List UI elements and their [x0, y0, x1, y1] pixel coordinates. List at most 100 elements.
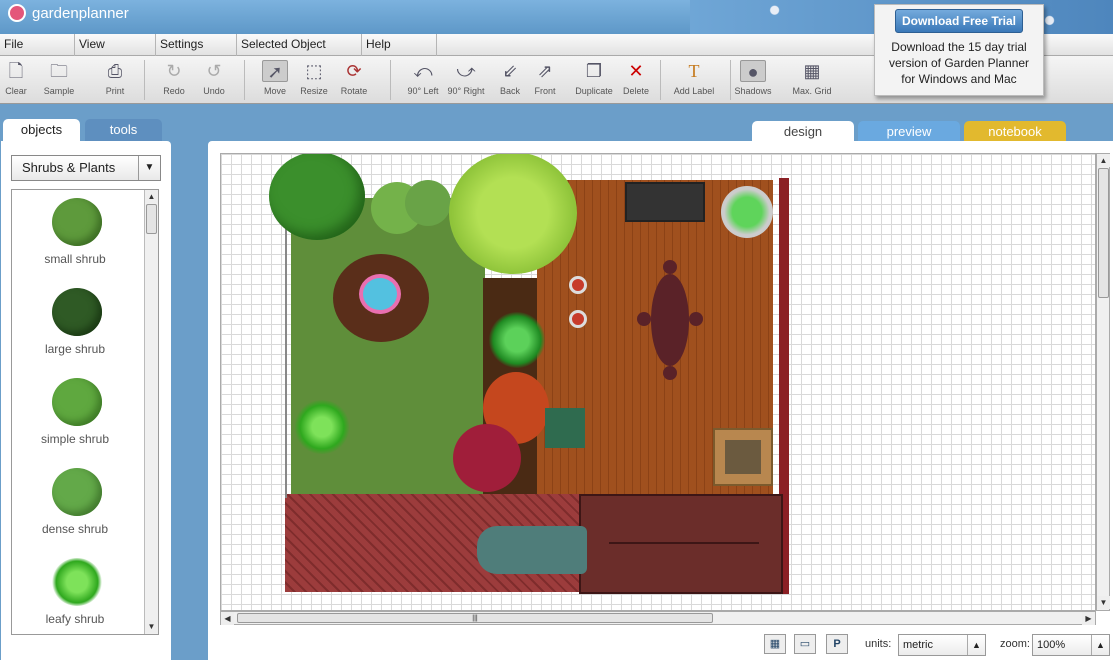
- text-t-icon: T: [688, 61, 700, 81]
- bring-front-button[interactable]: ⇗ Front: [523, 60, 567, 96]
- app-logo-text: gardenplanner: [32, 4, 129, 22]
- scroll-down-icon[interactable]: ▼: [145, 620, 158, 633]
- sample-button[interactable]: 🗀 Sample: [37, 60, 81, 96]
- cursor-arrow-icon: ➚: [262, 60, 288, 82]
- canvas-vertical-scrollbar[interactable]: ▲ ▼: [1096, 153, 1110, 611]
- horizontal-scroll-thumb[interactable]: |||: [237, 613, 713, 623]
- scroll-thumb[interactable]: [146, 204, 157, 234]
- scroll-down-icon[interactable]: ▼: [1097, 596, 1110, 609]
- large-shrub-icon: [52, 288, 102, 336]
- flowering-tree[interactable]: [449, 154, 577, 274]
- design-area: ◀ ||| ▶ ▲ ▼: [208, 141, 1113, 660]
- units-label: units:: [865, 638, 892, 650]
- car[interactable]: [477, 526, 587, 574]
- objects-panel: Shrubs & Plants ▼ small shrub large shru…: [1, 141, 171, 660]
- scroll-right-icon[interactable]: ▶: [1082, 612, 1095, 625]
- ruler-toggle-icon[interactable]: ▭: [794, 634, 816, 654]
- potted-plant[interactable]: [721, 186, 773, 238]
- category-dropdown[interactable]: Shrubs & Plants ▼: [11, 155, 161, 181]
- large-tree[interactable]: [269, 154, 365, 240]
- list-item-small-shrub[interactable]: small shrub: [12, 190, 158, 280]
- small-shrub-icon: [52, 198, 102, 246]
- max-grid-button[interactable]: ▦ Max. Grid: [790, 60, 834, 96]
- resize-handles-icon: ⬚: [305, 61, 323, 81]
- house-roof[interactable]: [579, 494, 783, 594]
- print-preview-p-icon[interactable]: P: [826, 634, 848, 654]
- list-item-leafy-shrub[interactable]: leafy shrub: [12, 550, 158, 634]
- undo-icon: ↺: [206, 61, 222, 81]
- menu-file[interactable]: File: [0, 34, 75, 56]
- red-foliage-plant[interactable]: [453, 424, 521, 492]
- spiky-plant[interactable]: [489, 312, 545, 368]
- flower-pot[interactable]: [545, 408, 585, 448]
- duplicate-icon: ❐: [585, 61, 603, 81]
- rotate-right-icon: ⤻: [456, 61, 476, 81]
- menu-settings[interactable]: Settings: [156, 34, 237, 56]
- shadows-toggle[interactable]: ● Shadows: [731, 60, 775, 96]
- delete-x-icon: ✕: [628, 61, 644, 81]
- units-select[interactable]: metric ▲: [898, 634, 986, 656]
- zoom-label: zoom:: [1000, 638, 1030, 650]
- bring-front-icon: ⇗: [537, 61, 553, 81]
- leafy-plant[interactable]: [293, 400, 351, 454]
- chevron-up-icon: ▲: [1091, 635, 1109, 655]
- garden-plan: [269, 154, 791, 598]
- canvas-horizontal-scrollbar[interactable]: ◀ ||| ▶: [220, 611, 1096, 625]
- zoom-select[interactable]: 100% ▲: [1032, 634, 1110, 656]
- tab-notebook[interactable]: notebook: [964, 121, 1066, 143]
- chair[interactable]: [663, 260, 677, 274]
- print-button[interactable]: ⎙ Print: [93, 60, 137, 96]
- grid-toggle-icon[interactable]: ▦: [764, 634, 786, 654]
- scroll-up-icon[interactable]: ▲: [145, 190, 158, 203]
- deck-light[interactable]: [569, 310, 587, 328]
- leafy-shrub-icon: [52, 558, 102, 606]
- chevron-down-icon: ▼: [138, 156, 160, 180]
- list-item-dense-shrub[interactable]: dense shrub: [12, 460, 158, 550]
- dense-shrub-icon: [52, 468, 102, 516]
- menu-help[interactable]: Help: [362, 34, 437, 56]
- status-bar: ▦ ▭ P units: metric ▲ zoom: 100% ▲: [208, 628, 1113, 660]
- zoom-value: 100%: [1037, 639, 1066, 651]
- rotate-button[interactable]: ⟳ Rotate: [332, 60, 376, 96]
- grid-icon: ▦: [803, 61, 821, 81]
- chair[interactable]: [637, 312, 651, 326]
- tab-tools[interactable]: tools: [85, 119, 162, 141]
- chevron-up-icon: ▲: [967, 635, 985, 655]
- dense-shrub[interactable]: [405, 180, 451, 226]
- object-list: small shrub large shrub simple shrub den…: [11, 189, 159, 635]
- redo-icon: ↻: [166, 61, 182, 81]
- new-page-icon: 🗋: [8, 61, 24, 81]
- simple-shrub-icon: [52, 378, 102, 426]
- tab-design[interactable]: design: [752, 121, 854, 143]
- shadow-sphere-icon: ●: [740, 60, 766, 82]
- app-logo: gardenplanner: [8, 4, 129, 22]
- download-trial-button[interactable]: Download Free Trial: [894, 9, 1024, 33]
- category-selected: Shrubs & Plants: [22, 160, 116, 175]
- tab-preview[interactable]: preview: [858, 121, 960, 143]
- menu-view[interactable]: View: [75, 34, 156, 56]
- scroll-left-icon[interactable]: ◀: [221, 612, 234, 625]
- barbecue-grill[interactable]: [625, 182, 705, 222]
- garden-bench[interactable]: [713, 428, 773, 486]
- menu-selected-object[interactable]: Selected Object: [237, 34, 362, 56]
- rotate-left-icon: ⤺: [413, 61, 433, 81]
- list-item-large-shrub[interactable]: large shrub: [12, 280, 158, 370]
- deck-light[interactable]: [569, 276, 587, 294]
- add-label-button[interactable]: T Add Label: [672, 60, 716, 96]
- design-canvas[interactable]: [220, 153, 1096, 611]
- printer-icon: ⎙: [107, 61, 123, 81]
- undo-button[interactable]: ↺ Undo: [192, 60, 236, 96]
- chair[interactable]: [689, 312, 703, 326]
- download-trial-box: Download Free Trial Download the 15 day …: [874, 4, 1044, 96]
- object-list-scrollbar[interactable]: ▲ ▼: [144, 190, 158, 634]
- bird-bath[interactable]: [359, 274, 401, 314]
- rotate-icon: ⟳: [346, 61, 362, 81]
- download-trial-text: Download the 15 day trial version of Gar…: [888, 40, 1030, 86]
- tab-objects[interactable]: objects: [3, 119, 80, 141]
- scroll-up-icon[interactable]: ▲: [1097, 154, 1110, 167]
- dining-table[interactable]: [651, 274, 689, 366]
- list-item-simple-shrub[interactable]: simple shrub: [12, 370, 158, 460]
- delete-button[interactable]: ✕ Delete: [614, 60, 658, 96]
- vertical-scroll-thumb[interactable]: [1098, 168, 1109, 298]
- chair[interactable]: [663, 366, 677, 380]
